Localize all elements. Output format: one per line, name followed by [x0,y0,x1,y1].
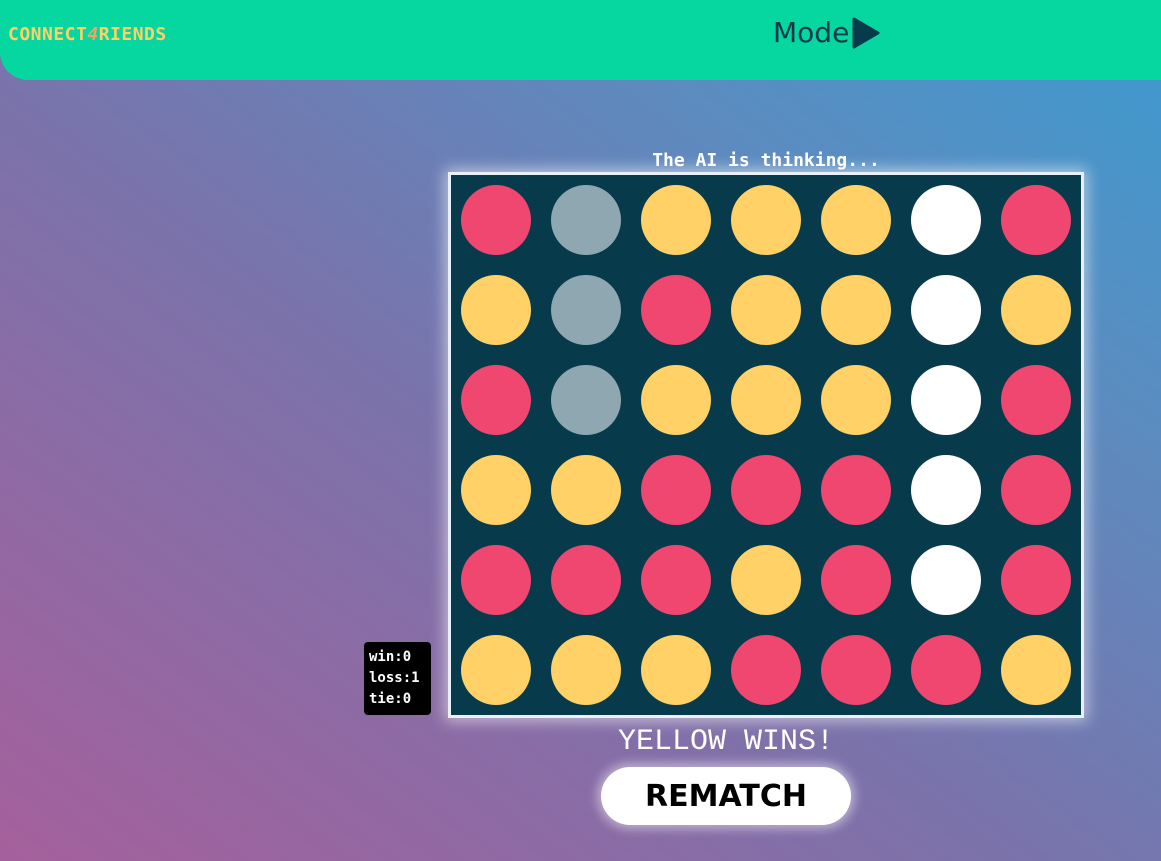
board-cell-yellow[interactable] [641,365,711,435]
rematch-button[interactable]: REMATCH [601,767,851,825]
scoreboard: win:0 loss:1 tie:0 [364,642,431,715]
board-cell-gray[interactable] [551,275,621,345]
logo-prefix: CONNECT [8,24,88,45]
board-cell-white[interactable] [911,365,981,435]
board-cell-yellow[interactable] [731,365,801,435]
board-cell-white[interactable] [911,455,981,525]
board-cell-red[interactable] [641,275,711,345]
board-cell-yellow[interactable] [551,635,621,705]
board-cell-red[interactable] [821,455,891,525]
logo-suffix: RIENDS [98,24,167,45]
mode-button[interactable]: Mode [773,16,881,49]
score-tie: tie:0 [369,691,412,707]
ai-status-text: The AI is thinking... [652,150,880,171]
tie-count: 0 [402,691,412,707]
board-cell-yellow[interactable] [1001,635,1071,705]
app-logo[interactable]: CONNECT4RIENDS [8,24,167,45]
board-cell-white[interactable] [911,545,981,615]
board-cell-red[interactable] [821,545,891,615]
board-cell-yellow[interactable] [641,185,711,255]
board-cell-gray[interactable] [551,365,621,435]
board-cell-yellow[interactable] [731,185,801,255]
board-cell-red[interactable] [641,545,711,615]
loss-count: 1 [411,670,420,686]
mode-label: Mode [773,16,850,49]
board-cell-red[interactable] [731,635,801,705]
board-cell-red[interactable] [641,455,711,525]
top-navbar: CONNECT4RIENDS Mode [0,0,1161,80]
board-cell-red[interactable] [1001,455,1071,525]
board-cell-yellow[interactable] [461,275,531,345]
board-cell-white[interactable] [911,185,981,255]
score-loss: loss:1 [369,670,420,686]
board-cell-red[interactable] [1001,365,1071,435]
board-cell-white[interactable] [911,275,981,345]
board-cell-yellow[interactable] [461,635,531,705]
game-result-text: YELLOW WINS! [617,725,835,759]
play-icon [852,17,880,48]
win-count: 0 [402,649,412,665]
board-cell-yellow[interactable] [821,365,891,435]
board-cell-red[interactable] [731,455,801,525]
board-cell-yellow[interactable] [1001,275,1071,345]
board-cell-red[interactable] [551,545,621,615]
board-cell-yellow[interactable] [821,275,891,345]
logo-four: 4 [87,24,99,45]
board-cell-red[interactable] [1001,185,1071,255]
board-cell-red[interactable] [911,635,981,705]
board-cell-red[interactable] [461,365,531,435]
board-cell-red[interactable] [821,635,891,705]
board-cell-red[interactable] [461,185,531,255]
board-cell-red[interactable] [1001,545,1071,615]
board-cell-gray[interactable] [551,185,621,255]
board-cell-yellow[interactable] [731,275,801,345]
game-board [451,175,1081,715]
board-cell-yellow[interactable] [461,455,531,525]
board-cell-yellow[interactable] [821,185,891,255]
score-win: win:0 [369,649,412,665]
board-cell-yellow[interactable] [641,635,711,705]
board-cell-yellow[interactable] [551,455,621,525]
board-cell-red[interactable] [461,545,531,615]
board-cell-yellow[interactable] [731,545,801,615]
